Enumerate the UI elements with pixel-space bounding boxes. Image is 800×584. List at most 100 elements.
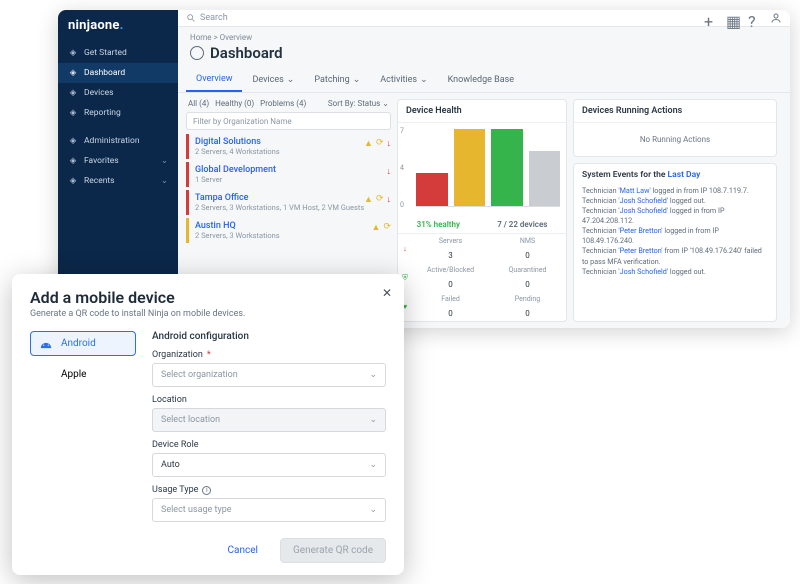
chevron-down-icon: ⌄ [161,156,168,166]
search-input[interactable]: Search [186,13,698,23]
apps-icon[interactable]: ▦ [726,12,738,24]
stat-label: Pending [489,292,566,306]
cancel-button[interactable]: Cancel [216,538,270,563]
technician-link[interactable]: 'Josh Schofield' [618,206,668,215]
tabs: OverviewDevices⌄Patching⌄Activities⌄Know… [178,68,790,93]
system-events-card: System Events for the Last Day Technicia… [573,163,777,322]
filter-problems[interactable]: Problems (4) [260,99,306,108]
warning-icon: ▲ [364,194,373,205]
org-name[interactable]: Digital Solutions [195,137,387,147]
help-icon[interactable]: ? [748,12,760,24]
technician-link[interactable]: 'Josh Schofield' [618,267,668,276]
org-item[interactable]: Tampa Office2 Servers, 3 Workstations, 1… [186,190,391,215]
stat-value: 0 [489,277,566,292]
bar-yellow [454,129,486,206]
stat-label: Active/Blocked [412,263,489,277]
technician-link[interactable]: 'Peter Bretton' [618,226,662,235]
technician-link[interactable]: 'Josh Schofield' [618,196,668,205]
clock-icon: ◈ [68,176,78,186]
stat-label: NMS [489,234,566,248]
organization-label: Organization [152,350,386,360]
location-select: Select location⌄ [152,408,386,432]
org-meta: 2 Servers, 4 Workstations [195,147,387,156]
filter-all[interactable]: All (4) [188,99,209,108]
event-line: Technician 'Josh Schofield' logged out. [582,196,768,206]
events-period-link[interactable]: Last Day [668,170,701,180]
sort-label: Sort By: [328,99,356,108]
gauge-icon: ◈ [68,68,78,78]
sidebar-item-dashboard[interactable]: ◈ Dashboard [58,63,178,83]
sync-icon: ⟳ [376,194,384,205]
chevron-down-icon: ⌄ [369,370,377,380]
chevron-down-icon: ⌄ [353,75,361,85]
technician-link[interactable]: 'Matt Law' [618,186,650,195]
org-item[interactable]: Digital Solutions2 Servers, 4 Workstatio… [186,134,391,159]
usage-type-select[interactable]: Select usage type⌄ [152,498,386,522]
chevron-down-icon: ⌄ [161,176,168,186]
chevron-down-icon: ⌄ [369,505,377,515]
org-item[interactable]: Global Development1 Server↓ [186,162,391,187]
stat-value: 3 [412,248,489,263]
info-icon[interactable]: i [202,486,211,495]
running-actions-card: Devices Running Actions No Running Actio… [573,99,777,157]
sidebar-item-label: Reporting [84,108,121,118]
topbar: Search + ▦ ? [178,10,790,27]
sidebar-item-favorites[interactable]: ◈Favorites⌄ [58,151,178,171]
down-arrow-icon: ↓ [387,166,392,177]
close-icon[interactable]: ✕ [382,286,392,300]
add-icon[interactable]: + [704,12,716,24]
breadcrumb[interactable]: Home > Overview [178,27,790,42]
star-icon: ◈ [68,156,78,166]
system-events-title: System Events for the Last Day [574,164,776,186]
tab-knowledge-base[interactable]: Knowledge Base [438,68,524,92]
tab-activities[interactable]: Activities⌄ [370,68,437,92]
user-icon[interactable] [770,12,782,24]
sync-icon: ⟳ [376,138,384,149]
filter-healthy[interactable]: Healthy (0) [215,99,254,108]
running-actions-empty: No Running Actions [574,123,776,156]
sidebar-item-recents[interactable]: ◈ Recents ⌄ [58,171,178,191]
sidebar-item-get-started[interactable]: ◈ Get Started [58,43,178,63]
platform-android[interactable]: Android [30,331,136,356]
devices-icon: ◈ [68,88,78,98]
org-name[interactable]: Global Development [195,165,387,175]
sidebar-item-label: Dashboard [84,68,125,78]
technician-link[interactable]: 'Peter Bretton' [618,246,662,255]
bar-red [416,173,448,206]
device-role-select[interactable]: Auto⌄ [152,453,386,477]
report-icon: ◈ [68,108,78,118]
sidebar-item-administration[interactable]: ◈Administration [58,131,178,151]
org-name[interactable]: Tampa Office [195,193,387,203]
rocket-icon: ◈ [68,48,78,58]
org-meta: 2 Servers, 3 Workstations [195,231,387,240]
running-actions-title: Devices Running Actions [574,100,776,123]
down-arrow-icon: ↓ [403,244,407,253]
bar-grey [529,151,561,206]
org-item[interactable]: Austin HQ2 Servers, 3 Workstations▲⟳ [186,218,391,243]
generate-qr-button: Generate QR code [280,538,386,563]
device-health-card: Device Health 7 4 0 31% healthy 7 / 22 d… [397,99,567,322]
warning-icon: ▲ [372,222,381,233]
tab-overview[interactable]: Overview [186,68,242,92]
sidebar-item-devices[interactable]: ◈Devices [58,83,178,103]
tab-devices[interactable]: Devices⌄ [242,68,304,92]
org-meta: 1 Server [195,175,387,184]
org-filter-input[interactable]: Filter by Organization Name [186,112,391,130]
sidebar-item-label: Get Started [84,48,127,58]
event-line: Technician 'Josh Schofield' logged out. [582,267,768,277]
sidebar-item-label: Recents [84,176,115,186]
org-name[interactable]: Austin HQ [195,221,387,231]
sidebar-item-reporting[interactable]: ◈ Reporting [58,103,178,123]
form-section-title: Android configuration [152,331,386,342]
device-role-label: Device Role [152,440,386,450]
event-line: Technician 'Josh Schofield' logged in fr… [582,206,768,226]
tab-patching[interactable]: Patching⌄ [304,68,370,92]
refresh-icon[interactable] [190,46,204,60]
gear-icon: ◈ [68,136,78,146]
stat-label: Failed [412,292,489,306]
healthy-percent: 31% healthy [417,220,460,229]
platform-apple[interactable]: Apple [30,362,136,387]
sort-value[interactable]: Status [357,99,380,108]
organization-select[interactable]: Select organization⌄ [152,363,386,387]
device-health-chart: 7 4 0 31% healthy 7 / 22 devices [398,123,566,233]
